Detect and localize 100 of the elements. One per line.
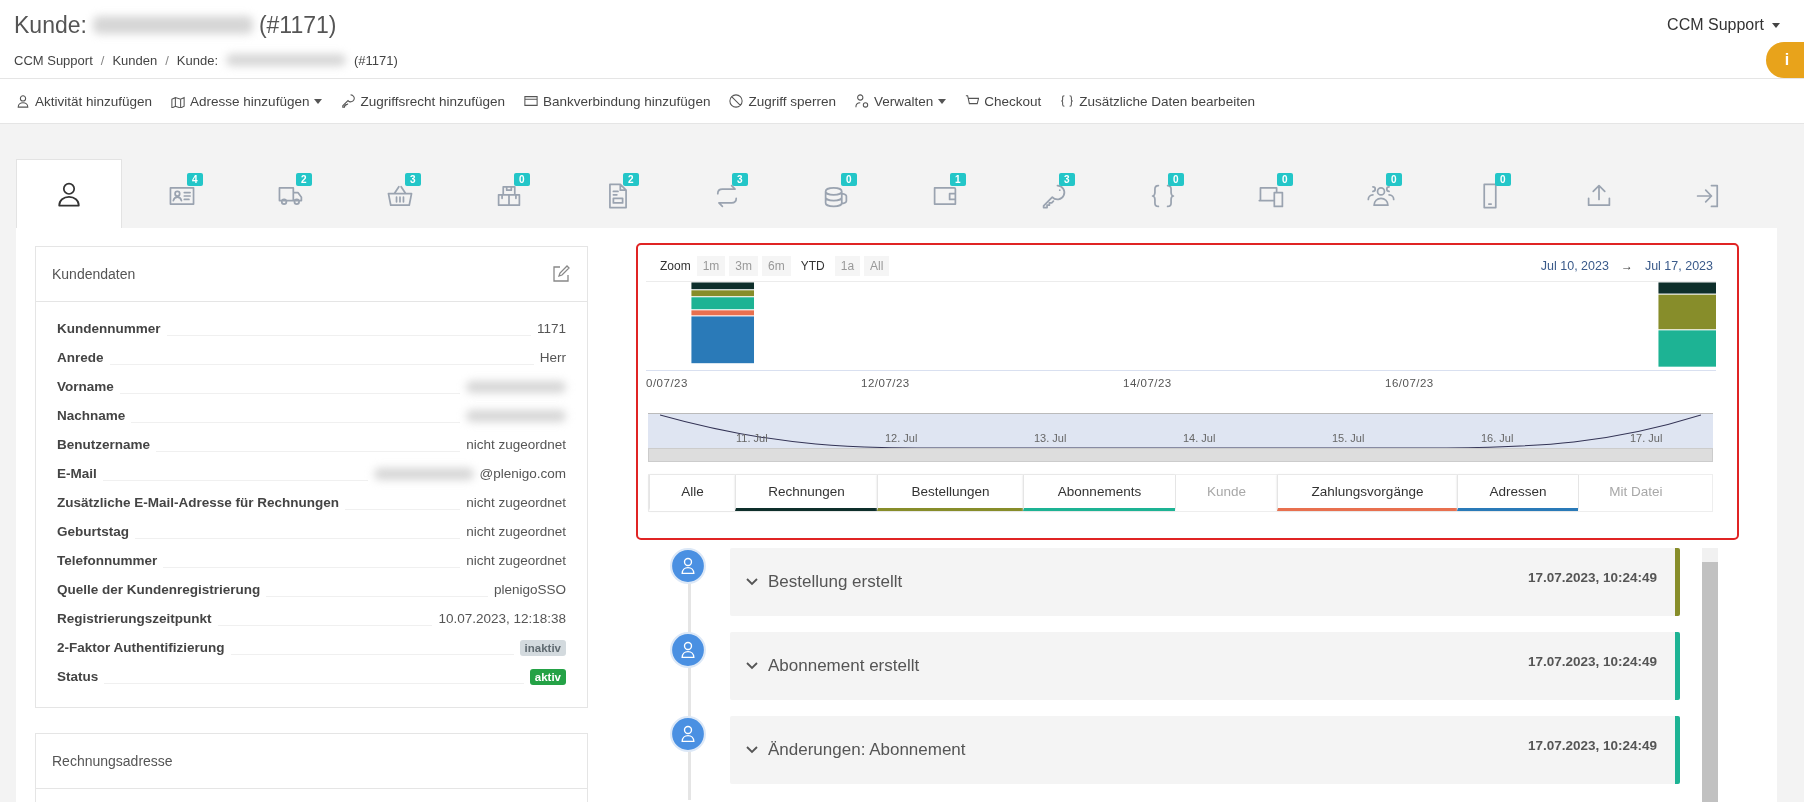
- axis-label: 16. Jul: [1480, 432, 1515, 444]
- map-icon: [171, 94, 186, 108]
- customer-id: (#1171): [354, 52, 398, 68]
- field-label: Geburtstag: [57, 524, 129, 539]
- page-title: Kunde:: [14, 11, 87, 39]
- toolbar-button[interactable]: Verwalten: [846, 93, 958, 109]
- axis-label: 0/07/23: [646, 377, 689, 389]
- breadcrumb-link[interactable]: Kunden: [112, 52, 158, 68]
- field-label: Status: [57, 669, 99, 684]
- count-badge: 3: [732, 173, 748, 186]
- timeline-entry[interactable]: Änderungen: Abonnement 17.07.2023, 10:24:49: [730, 716, 1680, 784]
- axis-label: 12. Jul: [884, 432, 919, 444]
- field-label: Nachname: [57, 408, 126, 423]
- filter-tab[interactable]: Zahlungsvorgänge: [1277, 475, 1457, 511]
- count-badge: 3: [1059, 173, 1075, 186]
- axis-label: 14. Jul: [1182, 432, 1217, 444]
- axis-label: 13. Jul: [1033, 432, 1068, 444]
- field-value: @plenigo.com: [479, 466, 566, 481]
- range-start: Jul 10, 2023: [1540, 259, 1609, 273]
- field-value: plenigoSSO: [493, 582, 566, 597]
- toolbar-button[interactable]: Zugriff sperren: [721, 93, 847, 109]
- axis-label: 14/07/23: [1123, 377, 1173, 389]
- count-badge: 4: [187, 173, 203, 186]
- toolbar-button[interactable]: Adresse hinzufügen: [163, 93, 334, 109]
- toolbar-button[interactable]: Bankverbindung hinzufügen: [516, 93, 722, 109]
- entry-time: 17.07.2023, 10:24:49: [1527, 654, 1657, 669]
- toolbar-button[interactable]: Checkout: [957, 93, 1053, 109]
- chevron-icon: [746, 578, 758, 586]
- count-badge: 2: [623, 173, 639, 186]
- toolbar-button[interactable]: Aktivität hinzufügen: [8, 93, 164, 109]
- field-value: 1171: [536, 321, 566, 336]
- filter-tab[interactable]: Alle: [649, 475, 735, 511]
- axis-label: 16/07/23: [1385, 377, 1435, 389]
- toolbar-button[interactable]: Zugriffsrecht hinzufügen: [333, 93, 516, 109]
- filter-tab[interactable]: Abonnements: [1023, 475, 1175, 511]
- count-badge: 2: [296, 173, 312, 186]
- count-badge: 3: [405, 173, 421, 186]
- edit-icon[interactable]: [551, 264, 571, 284]
- count-badge: 0: [1168, 173, 1184, 186]
- count-badge: 0: [1386, 173, 1402, 186]
- field-label: Registrierungszeitpunkt: [57, 611, 212, 626]
- field-value: 10.07.2023, 12:18:38: [438, 611, 566, 626]
- filter-tab[interactable]: Adressen: [1457, 475, 1578, 511]
- filter-tab[interactable]: Rechnungen: [735, 475, 877, 511]
- timeline-entry[interactable]: Bestellung erstellt 17.07.2023, 10:24:49: [730, 548, 1680, 616]
- user-avatar-icon: [670, 548, 706, 584]
- status-badge: aktiv: [529, 668, 566, 685]
- field-label: Zusätzliche E-Mail-Adresse für Rechnungen: [57, 495, 340, 510]
- count-badge: 0: [841, 173, 857, 186]
- count-badge: 1: [950, 173, 966, 186]
- customer-id: (#1171): [258, 11, 337, 39]
- field-label: Kundennummer: [57, 321, 161, 336]
- entry-title: Abonnement erstellt: [768, 656, 920, 676]
- chevron-icon: [746, 662, 758, 670]
- entry-title: Bestellung erstellt: [768, 572, 903, 592]
- field-label: Anrede: [57, 350, 104, 365]
- user-menu[interactable]: CCM Support: [1667, 16, 1788, 34]
- field-label: Quelle der Kundenregistrierung: [57, 582, 261, 597]
- scrollbar[interactable]: [648, 448, 1713, 462]
- field-value: nicht zugeordnet: [466, 524, 566, 539]
- field-label: E-Mail: [57, 466, 97, 481]
- entry-time: 17.07.2023, 10:24:49: [1527, 570, 1657, 585]
- breadcrumb-separator: /: [165, 52, 169, 68]
- card-title: Rechnungsadresse: [52, 753, 173, 769]
- field-label: Vorname: [57, 379, 114, 394]
- breadcrumb-link[interactable]: Kunde:: [176, 52, 219, 68]
- card-icon: [524, 94, 538, 108]
- status-badge: inaktiv: [519, 639, 566, 656]
- field-value: nicht zugeordnet: [466, 437, 566, 452]
- axis-label: 17. Jul: [1629, 432, 1664, 444]
- field-value: Herr: [539, 350, 566, 365]
- field-label: Telefonnummer: [57, 553, 158, 568]
- field-value: nicht zugeordnet: [466, 553, 566, 568]
- zoom-label: Zoom: [660, 259, 691, 273]
- timeline-entry[interactable]: Abonnement erstellt 17.07.2023, 10:24:49: [730, 632, 1680, 700]
- field-label: 2-Faktor Authentifizierung: [57, 640, 225, 655]
- entry-time: 17.07.2023, 10:24:49: [1527, 738, 1657, 753]
- filter-tab[interactable]: Bestellungen: [877, 475, 1023, 511]
- braces-icon: [1060, 94, 1075, 108]
- field-value: nicht zugeordnet: [466, 495, 566, 510]
- zoom-button[interactable]: YTD: [794, 256, 831, 276]
- axis-label: 12/07/23: [861, 377, 911, 389]
- breadcrumb-separator: /: [100, 52, 105, 68]
- count-badge: 0: [514, 173, 530, 186]
- entry-title: Änderungen: Abonnement: [768, 740, 966, 760]
- caret-icon: [1772, 22, 1780, 28]
- tab[interactable]: [16, 159, 122, 228]
- user-gear-icon: [854, 94, 869, 108]
- toolbar-button[interactable]: Zusätzliche Daten bearbeiten: [1052, 93, 1266, 109]
- axis-label: 15. Jul: [1331, 432, 1366, 444]
- chevron-icon: [746, 746, 758, 754]
- breadcrumb-link[interactable]: CCM Support: [14, 52, 93, 68]
- ban-icon: [729, 94, 744, 108]
- field-label: Benutzername: [57, 437, 151, 452]
- user-avatar-icon: [670, 632, 706, 668]
- count-badge: 0: [1495, 173, 1511, 186]
- range-separator: →: [1620, 259, 1633, 273]
- user-avatar-icon: [670, 716, 706, 752]
- card-title: Kundendaten: [52, 266, 136, 282]
- person-icon: [16, 94, 30, 108]
